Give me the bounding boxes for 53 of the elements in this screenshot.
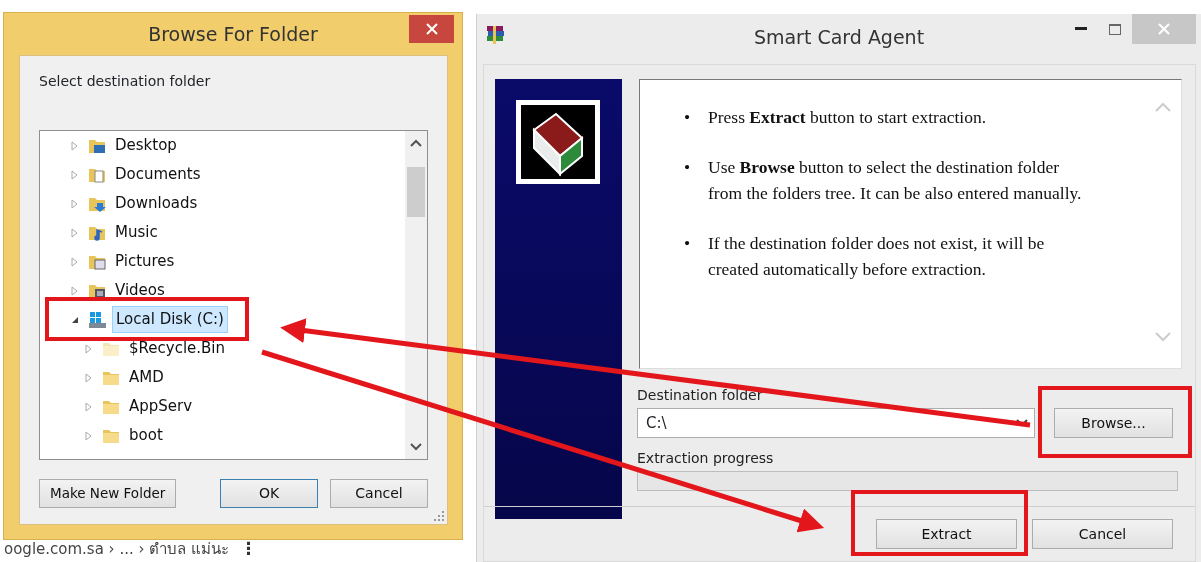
collapsed-arrow-icon[interactable] — [84, 430, 94, 441]
window-title: Smart Card Agent — [753, 24, 925, 50]
close-icon — [425, 23, 438, 35]
bullet-mark: • — [684, 106, 692, 129]
cube-logo-icon — [516, 100, 600, 184]
tree-item[interactable]: Desktop — [112, 133, 180, 158]
scroll-up-icon[interactable] — [410, 139, 422, 147]
destination-combo-box[interactable]: C:\ — [637, 408, 1035, 438]
tree-item[interactable]: AMD — [126, 365, 167, 390]
tree-item[interactable]: Documents — [112, 162, 204, 187]
instruction-text: Select destination folder — [39, 72, 212, 91]
instruction-text: Press Extract button to start extraction. — [708, 106, 986, 129]
collapsed-arrow-icon[interactable] — [70, 140, 80, 151]
collapsed-arrow-icon[interactable] — [84, 372, 94, 383]
dialog-button[interactable]: Make New Folder — [39, 479, 176, 508]
instruction-text: If the destination folder does not exist, it will be created automatically before extraction. — [708, 232, 1046, 281]
scroll-thumb[interactable] — [407, 167, 425, 217]
tree-item[interactable]: Local Disk (C:) — [112, 306, 228, 333]
collapsed-arrow-icon[interactable] — [70, 198, 80, 209]
instruction-text: Use Browse button to select the destination folder from the folders tree. It can be also entered manually. — [708, 156, 1083, 205]
collapsed-arrow-icon[interactable] — [70, 256, 80, 267]
more-options-button[interactable]: ⋮ — [240, 536, 257, 562]
dialog-button[interactable]: Cancel — [330, 479, 428, 508]
tree-item[interactable]: boot — [126, 423, 166, 448]
bullet-mark: • — [684, 232, 692, 255]
dialog-button[interactable]: Extract — [876, 519, 1017, 549]
minimize-icon — [1075, 27, 1087, 31]
tree-item[interactable]: AppServ — [126, 394, 196, 419]
tree-item[interactable]: Pictures — [112, 249, 178, 274]
field-label: Extraction progress — [637, 449, 774, 468]
close-button[interactable] — [409, 15, 454, 43]
dialog-button[interactable]: OK — [220, 479, 318, 508]
collapsed-arrow-icon[interactable] — [70, 227, 80, 238]
resize-grip-icon[interactable] — [434, 511, 444, 521]
collapsed-arrow-icon[interactable] — [84, 401, 94, 412]
books-icon — [485, 24, 507, 46]
field-label: Destination folder — [637, 386, 763, 405]
breadcrumb-link[interactable]: oogle.com.sa › ... › ตำบล แม่นะ — [4, 538, 229, 561]
window-title: Browse For Folder — [148, 21, 318, 47]
tree-item[interactable]: Music — [112, 220, 161, 245]
tree-item[interactable]: $Recycle.Bin — [126, 336, 229, 361]
maximize-icon — [1109, 23, 1121, 35]
scrollbar[interactable] — [405, 131, 427, 459]
tree-item[interactable]: Videos — [112, 278, 168, 303]
collapsed-arrow-icon[interactable] — [84, 343, 94, 354]
dialog-button[interactable]: Cancel — [1032, 519, 1173, 549]
tree-item[interactable]: Downloads — [112, 191, 201, 216]
bullet-mark: • — [684, 156, 692, 179]
scroll-down-icon[interactable] — [410, 443, 422, 451]
collapsed-arrow-icon[interactable] — [70, 285, 80, 296]
collapsed-arrow-icon[interactable] — [70, 169, 80, 180]
close-icon — [1158, 23, 1170, 35]
browse-button[interactable]: Browse... — [1054, 408, 1173, 438]
